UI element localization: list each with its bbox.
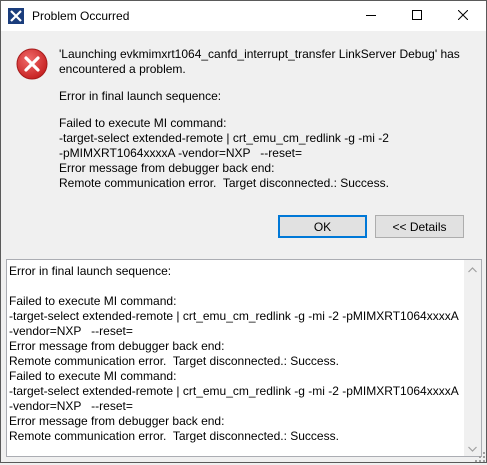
title-bar[interactable]: Problem Occurred [1, 1, 486, 31]
vertical-scrollbar[interactable] [464, 260, 481, 456]
error-details-summary: Failed to execute MI command: -target-se… [59, 116, 389, 190]
problem-message-line1: 'Launching evkmimxrt1064_canfd_interrupt… [59, 47, 460, 61]
error-icon [16, 48, 48, 80]
chevron-up-icon [468, 262, 477, 276]
maximize-icon [412, 9, 422, 23]
details-text-area[interactable]: Error in final launch sequence: Failed t… [6, 259, 482, 457]
problem-message: 'Launching evkmimxrt1064_canfd_interrupt… [59, 47, 460, 77]
close-button[interactable] [440, 1, 486, 31]
resize-grip-icon[interactable] [475, 451, 485, 462]
details-text: Error in final launch sequence: Failed t… [9, 264, 459, 443]
problem-message-line2: encountered a problem. [59, 62, 186, 76]
minimize-icon [366, 9, 376, 23]
details-toggle-button[interactable]: << Details [375, 215, 464, 238]
eclipse-x-icon [8, 8, 24, 24]
close-icon [457, 9, 469, 23]
minimize-button[interactable] [348, 1, 394, 31]
ok-button[interactable]: OK [278, 215, 367, 238]
error-summary: Error in final launch sequence: [59, 89, 222, 103]
scroll-up-button[interactable] [464, 260, 481, 277]
window-title: Problem Occurred [32, 9, 130, 23]
maximize-button[interactable] [394, 1, 440, 31]
problem-dialog: Problem Occurred 'Launching evkmimxrt106… [0, 0, 487, 463]
